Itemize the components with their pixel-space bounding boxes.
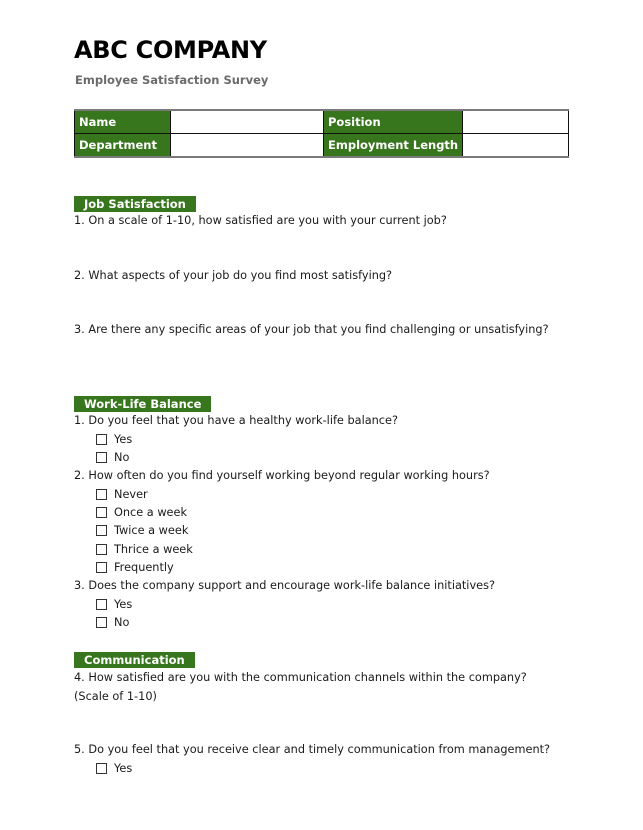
question-job-2: 2. What aspects of your job do you find … bbox=[74, 269, 393, 282]
question-wlb-3: 3. Does the company support and encourag… bbox=[74, 579, 495, 592]
survey-subtitle: Employee Satisfaction Survey bbox=[75, 73, 269, 87]
option-wlb2-frequently[interactable]: Frequently bbox=[96, 561, 174, 574]
option-label: Yes bbox=[114, 433, 133, 446]
question-job-3: 3. Are there any specific areas of your … bbox=[74, 323, 549, 336]
position-field[interactable] bbox=[462, 109, 569, 134]
checkbox-icon[interactable] bbox=[96, 525, 107, 536]
checkbox-icon[interactable] bbox=[96, 562, 107, 573]
question-wlb-1: 1. Do you feel that you have a healthy w… bbox=[74, 414, 398, 427]
checkbox-icon[interactable] bbox=[96, 763, 107, 774]
option-wlb2-never[interactable]: Never bbox=[96, 488, 148, 501]
employment-length-field[interactable] bbox=[462, 133, 569, 158]
option-label: Once a week bbox=[114, 506, 187, 519]
option-label: Yes bbox=[114, 598, 133, 611]
section-communication: Communication bbox=[74, 652, 195, 668]
company-title: ABC COMPANY bbox=[74, 36, 267, 64]
checkbox-icon[interactable] bbox=[96, 507, 107, 518]
section-work-life-balance: Work-Life Balance bbox=[74, 396, 212, 412]
option-label: Frequently bbox=[114, 561, 174, 574]
employment-length-label: Employment Length bbox=[322, 133, 464, 158]
name-label: Name bbox=[74, 109, 171, 134]
checkbox-icon[interactable] bbox=[96, 544, 107, 555]
option-wlb3-no[interactable]: No bbox=[96, 616, 129, 629]
employee-info-table: Name Position Department Employment Leng… bbox=[74, 109, 569, 158]
name-field[interactable] bbox=[170, 109, 324, 134]
question-comm-4: 4. How satisfied are you with the commun… bbox=[74, 671, 527, 703]
table-row: Name Position bbox=[74, 109, 569, 134]
option-label: No bbox=[114, 616, 130, 629]
option-wlb2-twice[interactable]: Twice a week bbox=[96, 524, 188, 537]
section-job-satisfaction: Job Satisfaction bbox=[74, 196, 196, 212]
option-wlb3-yes[interactable]: Yes bbox=[96, 598, 132, 611]
department-label: Department bbox=[74, 133, 171, 158]
question-job-1: 1. On a scale of 1-10, how satisfied are… bbox=[74, 214, 447, 227]
checkbox-icon[interactable] bbox=[96, 452, 107, 463]
option-wlb1-no[interactable]: No bbox=[96, 451, 129, 464]
checkbox-icon[interactable] bbox=[96, 489, 107, 500]
checkbox-icon[interactable] bbox=[96, 617, 107, 628]
position-label: Position bbox=[322, 109, 464, 134]
option-comm5-yes[interactable]: Yes bbox=[96, 762, 132, 775]
option-wlb2-once[interactable]: Once a week bbox=[96, 506, 187, 519]
option-wlb1-yes[interactable]: Yes bbox=[96, 433, 132, 446]
department-field[interactable] bbox=[170, 133, 324, 158]
option-label: No bbox=[114, 451, 130, 464]
option-label: Yes bbox=[114, 762, 133, 775]
checkbox-icon[interactable] bbox=[96, 434, 107, 445]
table-row: Department Employment Length bbox=[74, 133, 569, 158]
option-wlb2-thrice[interactable]: Thrice a week bbox=[96, 543, 193, 556]
checkbox-icon[interactable] bbox=[96, 599, 107, 610]
option-label: Never bbox=[114, 488, 148, 501]
option-label: Thrice a week bbox=[114, 543, 193, 556]
question-wlb-2: 2. How often do you find yourself workin… bbox=[74, 469, 490, 482]
question-comm-5: 5. Do you feel that you receive clear an… bbox=[74, 743, 551, 756]
option-label: Twice a week bbox=[114, 524, 189, 537]
